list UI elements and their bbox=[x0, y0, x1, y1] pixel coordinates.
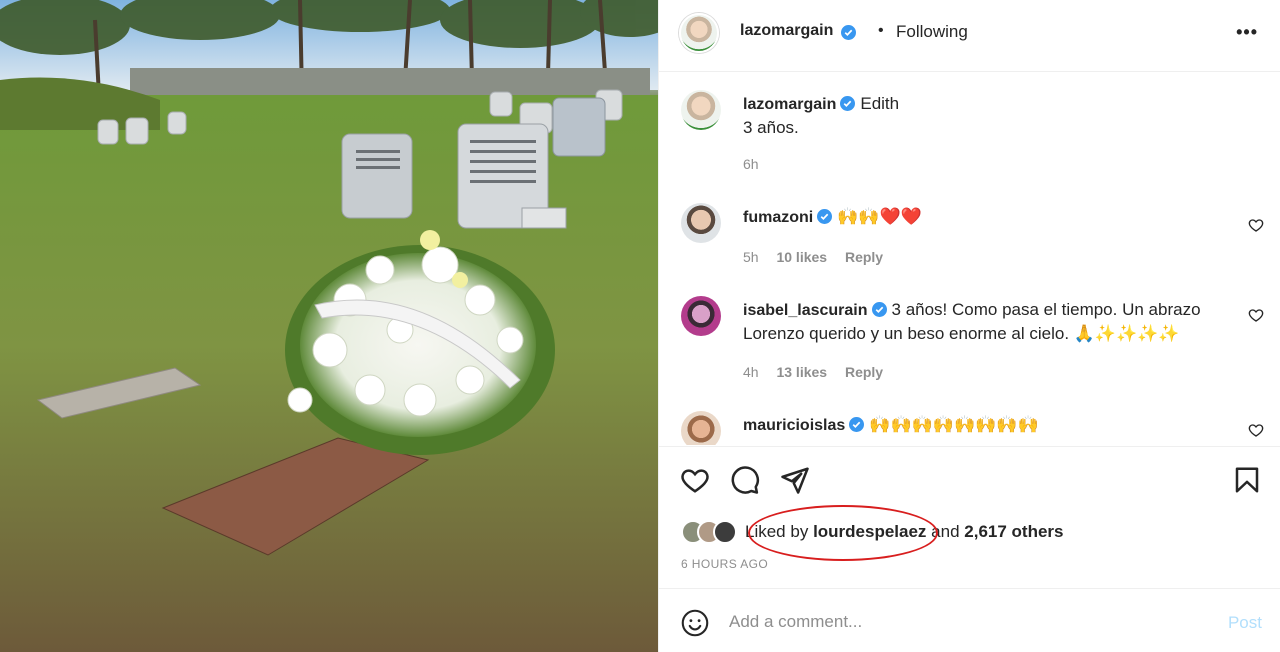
add-comment-bar: Post bbox=[659, 588, 1280, 652]
verified-badge-icon bbox=[817, 209, 833, 224]
cemetery-wreath-photo bbox=[0, 0, 658, 652]
comment-username[interactable]: isabel_lascurain bbox=[743, 302, 868, 319]
comment-reply-button[interactable]: Reply bbox=[845, 249, 883, 265]
verified-badge-icon bbox=[840, 96, 856, 111]
emoji-smiley-icon[interactable] bbox=[681, 609, 709, 637]
likers-avatars bbox=[681, 520, 737, 544]
like-comment-heart-icon[interactable] bbox=[1248, 307, 1264, 323]
comment-time: 5h bbox=[743, 249, 759, 265]
comment-time: 4h bbox=[743, 364, 759, 380]
like-heart-icon[interactable] bbox=[680, 465, 710, 495]
annotation-circle bbox=[748, 505, 938, 561]
like-comment-heart-icon[interactable] bbox=[1248, 217, 1264, 233]
verified-badge-icon bbox=[849, 417, 865, 432]
caption-avatar[interactable] bbox=[681, 90, 721, 130]
comment-text: 🙌🙌❤️❤️ bbox=[837, 207, 922, 226]
post-photo[interactable] bbox=[0, 0, 658, 652]
comment-likes[interactable]: 13 likes bbox=[776, 364, 827, 380]
share-send-icon[interactable] bbox=[780, 465, 810, 495]
comment-avatar[interactable] bbox=[681, 411, 721, 445]
comment-bubble-icon[interactable] bbox=[730, 465, 760, 495]
others-count[interactable]: 2,617 others bbox=[964, 522, 1063, 542]
comment-username[interactable]: mauricioislas bbox=[743, 417, 845, 434]
comment-reply-button[interactable]: Reply bbox=[845, 364, 883, 380]
post-timestamp: 6 HOURS AGO bbox=[681, 557, 769, 571]
save-bookmark-icon[interactable] bbox=[1232, 465, 1262, 495]
header-separator: • bbox=[878, 22, 884, 39]
verified-badge-icon bbox=[871, 302, 887, 317]
comment-username[interactable]: fumazoni bbox=[743, 209, 813, 226]
caption-username[interactable]: lazomargain bbox=[743, 96, 836, 113]
like-comment-heart-icon[interactable] bbox=[1248, 422, 1264, 438]
author-avatar[interactable] bbox=[679, 13, 719, 53]
caption-time: 6h bbox=[743, 156, 759, 172]
post-comment-button[interactable]: Post bbox=[1228, 613, 1262, 633]
caption-text-line1: Edith bbox=[860, 94, 900, 113]
comment-input[interactable] bbox=[729, 607, 1209, 637]
author-username[interactable]: lazomargain bbox=[740, 22, 833, 40]
post-header: lazomargain • Following ••• bbox=[659, 0, 1280, 72]
following-button[interactable]: Following bbox=[896, 22, 968, 42]
comment-avatar[interactable] bbox=[681, 203, 721, 243]
post-side-panel: lazomargain • Following ••• lazomargain E… bbox=[658, 0, 1280, 652]
comments-list[interactable]: lazomargain Edith 3 años. 6h fumazoni 🙌🙌❤️… bbox=[659, 73, 1280, 445]
comment-avatar[interactable] bbox=[681, 296, 721, 336]
caption-text-line2: 3 años. bbox=[743, 118, 799, 137]
comment-likes[interactable]: 10 likes bbox=[776, 249, 827, 265]
verified-badge-icon bbox=[841, 25, 856, 40]
more-options-icon[interactable]: ••• bbox=[1236, 22, 1258, 43]
comment-text: 🙌🙌🙌🙌🙌🙌🙌🙌 bbox=[869, 415, 1039, 434]
post-actions: Liked by lourdespelaez and 2,617 others … bbox=[659, 446, 1280, 588]
